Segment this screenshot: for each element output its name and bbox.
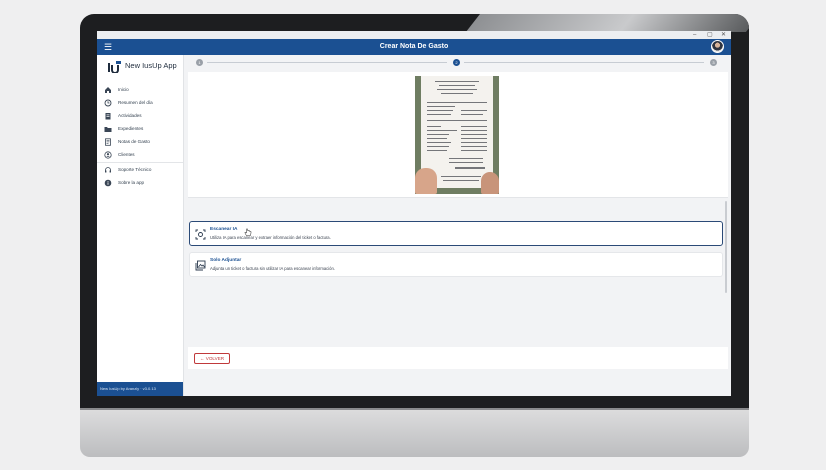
option-attach-only[interactable]: Solo Adjuntar Adjunta un ticket o factur…: [189, 252, 723, 277]
app-header: ☰ Crear Nota De Gasto: [97, 39, 731, 55]
sidebar-item-expedientes[interactable]: Expedientes: [103, 123, 181, 134]
scrollbar[interactable]: [725, 201, 727, 293]
option-description: Utiliza IA para escanear y extraer infor…: [210, 235, 331, 240]
minimize-button[interactable]: –: [693, 31, 696, 39]
sidebar-item-label: Sobre la app: [118, 180, 145, 185]
option-description: Adjunta un ticket o factura sin utilizar…: [210, 266, 335, 271]
folder-icon: [103, 124, 112, 133]
sidebar-item-label: Expedientes: [118, 126, 144, 131]
home-icon: [103, 85, 112, 94]
person-icon: [103, 150, 112, 159]
ticket-preview-card: [188, 72, 728, 198]
hand: [481, 172, 499, 194]
sidebar-version-footer: New IusUp by Aranzly · v3.0.13: [97, 382, 183, 396]
option-title: Solo Adjuntar: [210, 258, 242, 263]
back-button-label: VOLVER: [205, 356, 225, 361]
sidebar-item-resumen[interactable]: Resumen del día: [103, 97, 181, 108]
step-connector: [207, 62, 447, 63]
sidebar-item-inicio[interactable]: Inicio: [103, 84, 181, 95]
headset-icon: [103, 165, 112, 174]
sidebar-item-label: Soporte Técnico: [118, 167, 152, 172]
window-titlebar: – ▢ ✕: [97, 31, 731, 39]
sidebar-item-label: Inicio: [118, 87, 129, 92]
arrow-left-icon: ←: [199, 356, 205, 361]
stepper: 1 2 3: [192, 58, 722, 68]
ticket-photo: [415, 76, 499, 194]
maximize-button[interactable]: ▢: [707, 31, 713, 39]
step-connector: [464, 62, 704, 63]
sidebar-item-actividades[interactable]: Actividades: [103, 110, 181, 121]
receipt-icon: [103, 137, 112, 146]
sidebar-item-clientes[interactable]: Clientes: [103, 149, 181, 160]
step-2-current: 2: [453, 59, 460, 66]
bezel-glare: [465, 14, 749, 32]
app-name: New IusUp App: [125, 61, 177, 70]
user-avatar[interactable]: [711, 40, 724, 53]
page-title: Crear Nota De Gasto: [379, 43, 449, 50]
sidebar-divider: [97, 162, 183, 163]
sidebar-item-notas-de-gasto[interactable]: Notas de Gasto: [103, 136, 181, 147]
close-window-button[interactable]: ✕: [721, 31, 726, 39]
sidebar-item-soporte[interactable]: Soporte Técnico: [103, 164, 181, 175]
clipboard-icon: [103, 111, 112, 120]
sidebar-item-label: Clientes: [118, 152, 135, 157]
sidebar-item-label: Notas de Gasto: [118, 139, 150, 144]
app-screen: – ▢ ✕ ☰ Crear Nota De Gasto New IusUp Ap…: [97, 31, 731, 396]
clock-icon: [103, 98, 112, 107]
sidebar-item-sobre-la-app[interactable]: Sobre la app: [103, 177, 181, 188]
step-1: 1: [196, 59, 203, 66]
hand: [415, 168, 437, 194]
option-title: Escanear IA: [210, 227, 238, 232]
back-button[interactable]: ← VOLVER: [194, 353, 230, 364]
sidebar-item-label: Actividades: [118, 113, 142, 118]
info-icon: [103, 178, 112, 187]
attach-image-icon: [195, 260, 206, 271]
sidebar: New IusUp App Inicio Resumen del día Act…: [97, 55, 184, 396]
scan-ai-icon: [195, 229, 206, 240]
monitor-chin: [80, 410, 749, 457]
step-3: 3: [710, 59, 717, 66]
option-scan-ai[interactable]: Escanear IA Utiliza IA para escanear y e…: [189, 221, 723, 246]
actions-footer: ← VOLVER: [188, 347, 728, 369]
iusup-logo-icon: [108, 61, 121, 73]
sidebar-item-label: Resumen del día: [118, 100, 153, 105]
hand-cursor-icon: [244, 228, 252, 237]
